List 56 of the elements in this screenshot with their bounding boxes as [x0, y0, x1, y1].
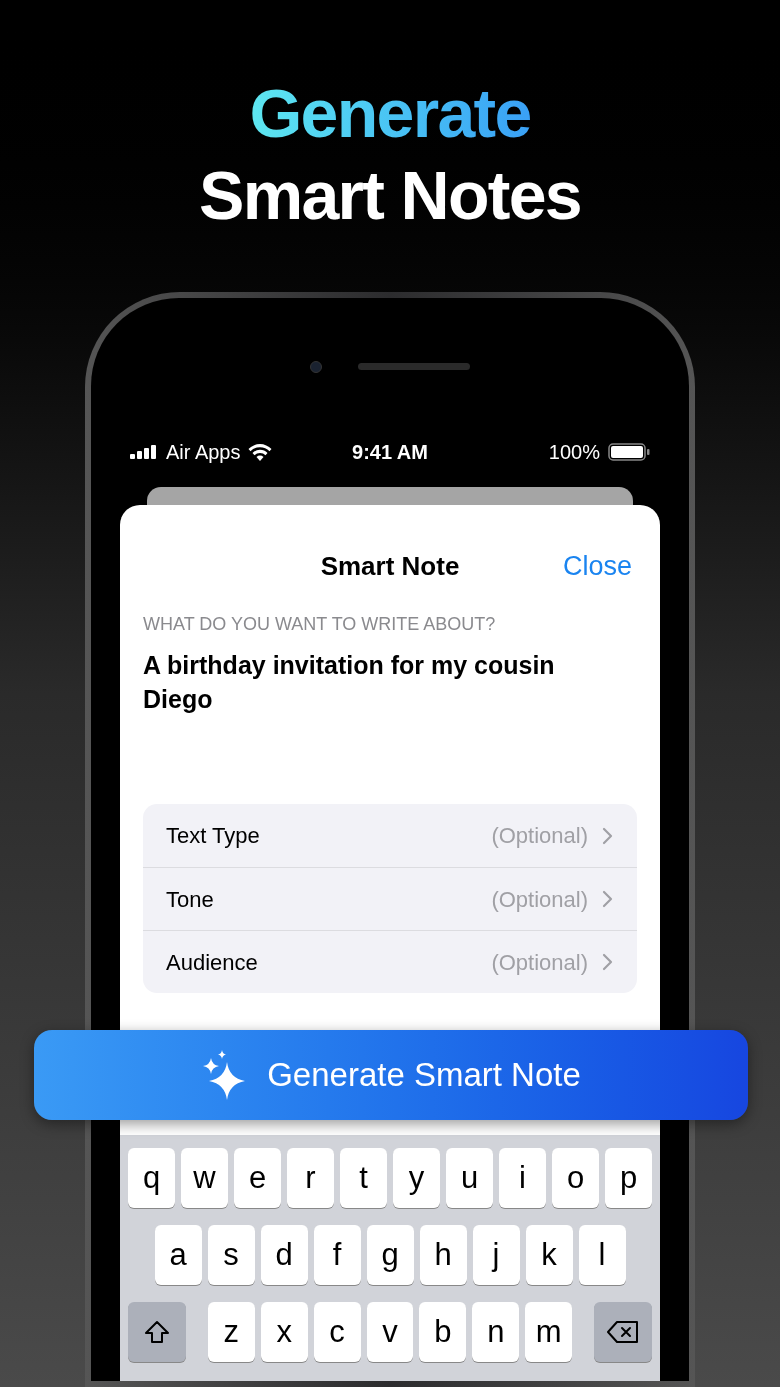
key[interactable]: a: [154, 1225, 202, 1285]
key[interactable]: y: [393, 1148, 440, 1208]
chevron-icon: [602, 953, 613, 971]
option-value: (Optional): [491, 885, 588, 914]
shift-key[interactable]: [128, 1302, 186, 1362]
backspace-icon: [606, 1320, 641, 1344]
key[interactable]: m: [525, 1302, 573, 1362]
key[interactable]: l: [578, 1225, 626, 1285]
key[interactable]: b: [419, 1302, 467, 1362]
option-label: Audience: [166, 948, 259, 977]
battery-icon: [608, 443, 650, 461]
key[interactable]: v: [366, 1302, 414, 1362]
key[interactable]: e: [234, 1148, 281, 1208]
key[interactable]: u: [446, 1148, 493, 1208]
option-label: Tone: [166, 885, 215, 914]
option-row[interactable]: Tone (Optional): [143, 867, 637, 930]
sheet-title: Smart Note: [320, 549, 460, 583]
prompt-label: WHAT DO YOU WANT TO WRITE ABOUT?: [142, 614, 497, 634]
key[interactable]: f: [313, 1225, 361, 1285]
key[interactable]: p: [605, 1148, 652, 1208]
key[interactable]: r: [287, 1148, 334, 1208]
key[interactable]: c: [313, 1302, 361, 1362]
option-value: (Optional): [491, 948, 588, 977]
key[interactable]: j: [472, 1225, 520, 1285]
option-row[interactable]: Text Type (Optional): [143, 804, 637, 867]
key[interactable]: z: [207, 1302, 255, 1362]
speaker-icon: [358, 363, 470, 370]
option-value: (Optional): [491, 822, 588, 850]
input-field[interactable]: A birthday invitation for my cousin Diego: [143, 648, 613, 804]
carrier-name: Air Apps: [166, 440, 241, 465]
key[interactable]: n: [472, 1302, 520, 1362]
clock-time: 9:41 AM: [352, 440, 428, 465]
key[interactable]: x: [260, 1302, 308, 1362]
signal-icon: [130, 445, 158, 459]
chevron-icon: [602, 890, 613, 908]
chevron-icon: [602, 826, 613, 845]
wifi-icon: [248, 443, 273, 461]
shift-icon: [143, 1320, 170, 1344]
camera-icon: [310, 361, 322, 373]
key[interactable]: g: [366, 1225, 414, 1285]
close-button[interactable]: Close: [562, 545, 632, 587]
key[interactable]: t: [340, 1148, 387, 1208]
generate-button[interactable]: Generate Smart Note: [34, 1030, 748, 1120]
key[interactable]: d: [260, 1225, 308, 1285]
key[interactable]: w: [181, 1148, 228, 1208]
key[interactable]: q: [128, 1148, 175, 1208]
battery-percent: 100%: [548, 440, 600, 465]
key[interactable]: s: [207, 1225, 255, 1285]
option-row[interactable]: Audience (Optional): [143, 930, 637, 993]
key[interactable]: i: [499, 1148, 546, 1208]
headline: Smart Notes: [199, 156, 581, 235]
delete-key[interactable]: [594, 1302, 652, 1362]
key[interactable]: h: [419, 1225, 467, 1285]
option-label: Text Type: [166, 822, 261, 850]
key[interactable]: o: [552, 1148, 599, 1208]
key[interactable]: k: [525, 1225, 573, 1285]
